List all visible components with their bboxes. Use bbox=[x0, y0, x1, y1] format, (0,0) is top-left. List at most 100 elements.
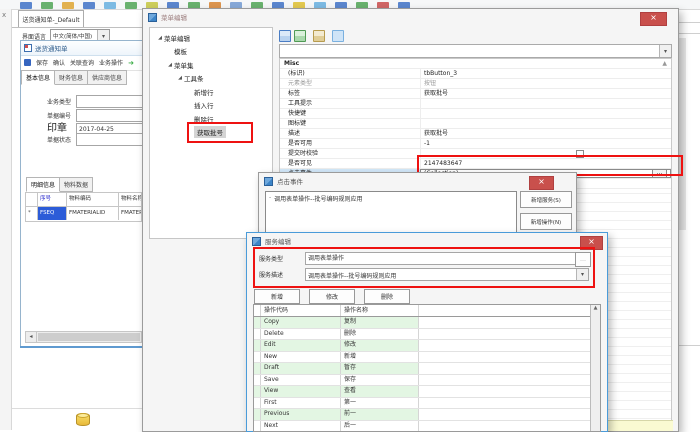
tree-item-insert-row[interactable]: 插入行 bbox=[150, 99, 272, 113]
property-row-shortcut[interactable]: 快捷键 bbox=[280, 109, 671, 119]
property-row-description[interactable]: 描述 获取批号 bbox=[280, 129, 671, 139]
tab-finance-info[interactable]: 财务信息 bbox=[55, 70, 88, 85]
table-row-edit[interactable]: Edit 修改 bbox=[254, 340, 600, 352]
document-tab[interactable]: 送货通知单-_Default bbox=[18, 10, 84, 28]
tree-item-menu-set[interactable]: ◢ 菜单集 bbox=[150, 58, 272, 72]
tree-expander-icon[interactable]: ◢ bbox=[156, 35, 164, 41]
tree-item-toolbar[interactable]: ◢ 工具条 bbox=[150, 72, 272, 86]
events-icon[interactable] bbox=[332, 30, 344, 42]
service-type-label: 服务类型 bbox=[259, 254, 283, 263]
service-edit-dialog: 服务编辑 × 服务类型 调用表单操作 … 服务描述 调用表单操作--批号编码规则… bbox=[246, 232, 608, 432]
alphabetical-sort-icon[interactable] bbox=[294, 30, 306, 42]
close-icon[interactable]: × bbox=[529, 176, 554, 190]
table-row-copy[interactable]: Copy 复制 bbox=[254, 317, 600, 329]
table-row-first[interactable]: First 第一 bbox=[254, 398, 600, 410]
database-icon bbox=[76, 413, 90, 426]
close-icon[interactable]: × bbox=[640, 12, 667, 26]
ellipsis-button[interactable]: … bbox=[652, 169, 667, 178]
property-object-select[interactable]: ▾ bbox=[279, 44, 672, 58]
detail-grid-row[interactable]: * FSEQ FMATERIALID FMATERIA bbox=[26, 207, 141, 220]
detail-tab-strip: 明细信息 物料数据 bbox=[26, 177, 144, 192]
table-row-previous[interactable]: Previous 前一 bbox=[254, 409, 600, 421]
service-edit-icon bbox=[252, 237, 261, 246]
service-desc-select[interactable]: 调用表单操作--批号编码规则应用 ▾ bbox=[305, 268, 589, 281]
doc-number-input[interactable] bbox=[76, 109, 143, 122]
property-row-id[interactable]: (标识) tbButton_3 bbox=[280, 69, 671, 79]
toolbar-icon[interactable] bbox=[41, 2, 53, 9]
horizontal-scrollbar[interactable]: ◂ bbox=[25, 331, 142, 343]
business-action-button[interactable]: 业务操作 bbox=[99, 58, 123, 67]
col-header-seq[interactable]: 序号 bbox=[38, 193, 67, 206]
service-type-ellipsis-button[interactable]: … bbox=[575, 252, 591, 267]
table-row-save[interactable]: Save 保存 bbox=[254, 375, 600, 387]
col-header-material-code[interactable]: 物料编码 bbox=[67, 193, 119, 206]
cell-seq-selected: FSEQ bbox=[38, 207, 67, 220]
background-scroll-strip bbox=[679, 38, 686, 230]
tree-expander-icon[interactable]: ◢ bbox=[166, 62, 174, 68]
tree-item-get-batch-no[interactable]: 获取批号 bbox=[150, 126, 272, 140]
table-row-delete[interactable]: Delete 删除 bbox=[254, 329, 600, 341]
tree-item-add-row[interactable]: 新增行 bbox=[150, 85, 272, 99]
scroll-left-icon[interactable]: ◂ bbox=[26, 332, 37, 342]
tree-item-template[interactable]: 模板 bbox=[150, 45, 272, 59]
tab-material-data[interactable]: 物料数据 bbox=[60, 177, 93, 192]
property-row-label[interactable]: 标签 获取批号 bbox=[280, 89, 671, 99]
col-header-material-name[interactable]: 物料名称 bbox=[119, 193, 141, 206]
col-header-op-name[interactable]: 操作名称 bbox=[341, 305, 419, 316]
add-button[interactable]: 新增 bbox=[254, 289, 300, 304]
menu-tree-panel: ◢ 菜单编辑 模板 ◢ 菜单集 ◢ 工具条 新增行 插入行 删除行 获取批号 bbox=[149, 27, 273, 239]
toolbar-icon[interactable] bbox=[125, 2, 137, 9]
window-focus-edge bbox=[20, 346, 145, 348]
col-header-op-code[interactable]: 操作代码 bbox=[261, 305, 341, 316]
add-service-button[interactable]: 新增服务(S) bbox=[520, 191, 572, 208]
table-row-draft[interactable]: Draft 暂存 bbox=[254, 363, 600, 375]
related-query-button[interactable]: 关联查询 bbox=[70, 58, 94, 67]
tree-expander-icon[interactable]: ◢ bbox=[176, 75, 184, 81]
property-row-icon-key[interactable]: 图标键 bbox=[280, 119, 671, 129]
toolbar-icon[interactable] bbox=[104, 2, 116, 9]
click-event-icon bbox=[264, 177, 273, 186]
scroll-up-icon[interactable]: ▲ bbox=[420, 59, 671, 68]
language-value: 中文(简体/中国) bbox=[53, 32, 92, 40]
scrollbar-thumb[interactable] bbox=[38, 333, 140, 341]
tree-line-icon: - bbox=[269, 194, 271, 203]
property-row-validate-on-submit[interactable]: 提交时校验 bbox=[280, 149, 671, 159]
tab-supplier-info[interactable]: 供应商信息 bbox=[88, 70, 127, 85]
toolbar-icon[interactable] bbox=[20, 2, 32, 9]
property-row-visible[interactable]: 是否可见 2147483647 bbox=[280, 159, 671, 169]
property-pages-icon[interactable] bbox=[313, 30, 325, 42]
delete-button[interactable]: 删除 bbox=[364, 289, 410, 304]
property-row-tooltip[interactable]: 工具提示 bbox=[280, 99, 671, 109]
cell-material-code: FMATERIALID bbox=[67, 207, 119, 220]
background-divider bbox=[677, 345, 700, 346]
tree-item-delete-row[interactable]: 删除行 bbox=[150, 112, 272, 126]
checkbox[interactable] bbox=[576, 150, 584, 158]
dock-strip: x bbox=[0, 9, 12, 430]
row-marker-header bbox=[26, 193, 38, 206]
event-list-item[interactable]: - 调用表单操作--批号编码规则应用 bbox=[266, 192, 516, 205]
tab-basic-info[interactable]: 基本信息 bbox=[21, 70, 55, 85]
categorized-view-icon[interactable] bbox=[279, 30, 291, 42]
confirm-button[interactable]: 确认 bbox=[53, 58, 65, 67]
toolbar-icon[interactable] bbox=[62, 2, 74, 9]
doc-status-input[interactable] bbox=[76, 133, 143, 146]
form-window-title: 送货通知单 bbox=[35, 43, 68, 53]
business-type-input[interactable] bbox=[76, 95, 143, 108]
operation-table-header: 操作代码 操作名称 bbox=[254, 305, 600, 317]
modify-button[interactable]: 修改 bbox=[309, 289, 355, 304]
close-icon[interactable]: × bbox=[580, 236, 603, 250]
vertical-scrollbar[interactable]: ▲ bbox=[590, 305, 600, 431]
table-row-new[interactable]: New 新增 bbox=[254, 352, 600, 364]
property-row-enabled[interactable]: 是否可用 -1 bbox=[280, 139, 671, 149]
tree-item-menu-edit[interactable]: ◢ 菜单编辑 bbox=[150, 31, 272, 45]
toolbar-icon[interactable] bbox=[83, 2, 95, 9]
property-row-element-type[interactable]: 元素类型 按钮 bbox=[280, 79, 671, 89]
scroll-up-icon[interactable]: ▲ bbox=[594, 305, 598, 311]
save-button[interactable]: 保存 bbox=[36, 58, 48, 67]
table-row-next[interactable]: Next 后一 bbox=[254, 421, 600, 432]
service-type-input[interactable]: 调用表单操作 bbox=[305, 252, 577, 265]
tab-detail-info[interactable]: 明细信息 bbox=[26, 177, 60, 192]
table-row-view[interactable]: View 查看 bbox=[254, 386, 600, 398]
add-operation-button[interactable]: 新增操作(N) bbox=[520, 213, 572, 230]
panel-close-icon[interactable]: x bbox=[2, 11, 6, 19]
